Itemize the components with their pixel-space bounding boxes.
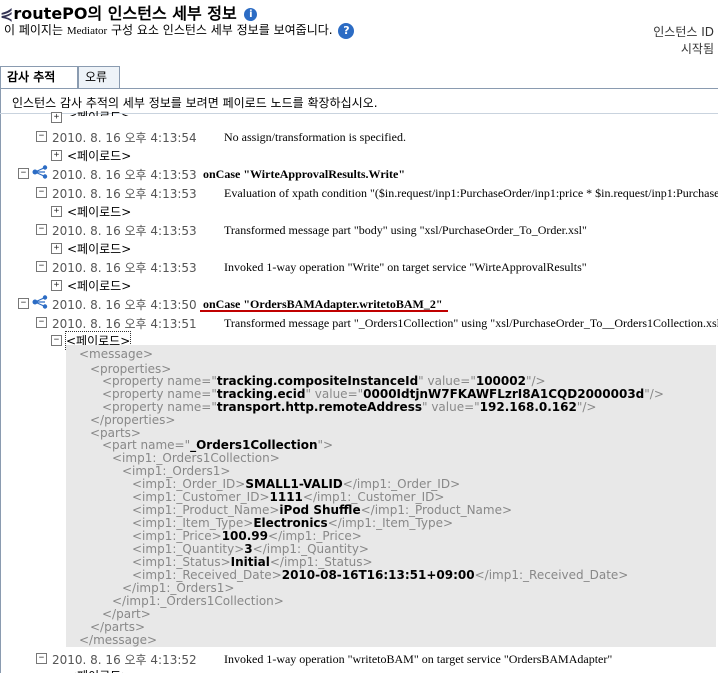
- audit-message: Invoked 1-way operation "Write" on targe…: [224, 260, 587, 274]
- info-icon[interactable]: i: [244, 8, 258, 21]
- timestamp: 2010. 8. 16 오후 4:13:52: [52, 653, 197, 667]
- case-name: onCase "WirteApprovalResults.Write": [203, 167, 405, 181]
- payload-node[interactable]: <페이로드>: [67, 108, 131, 116]
- started-label: 시작됨: [680, 42, 714, 56]
- collapse-icon[interactable]: −: [18, 168, 29, 179]
- field-line: <imp1:_Product_Name>iPod Shuffle</imp1:_…: [132, 503, 513, 517]
- payload-node[interactable]: <페이로드>: [67, 147, 131, 164]
- instance-id-label: 인스턴스 ID: [653, 25, 714, 39]
- collapse-icon[interactable]: −: [36, 261, 47, 272]
- expand-icon[interactable]: +: [51, 112, 62, 123]
- field-line: <imp1:_Price>100.99</imp1:_Price>: [132, 529, 362, 543]
- expand-icon[interactable]: +: [51, 206, 62, 217]
- field-line: <imp1:_Order_ID>SMALL1-VALID</imp1:_Orde…: [132, 477, 461, 491]
- audit-message: Evaluation of xpath condition "($in.requ…: [224, 186, 718, 200]
- field-line: <imp1:_Item_Type>Electronics</imp1:_Item…: [132, 516, 454, 530]
- audit-message: No assign/transformation is specified.: [224, 130, 406, 144]
- expand-icon[interactable]: +: [51, 280, 62, 291]
- timestamp: 2010. 8. 16 오후 4:13:53: [52, 187, 197, 201]
- tab-audit-trail[interactable]: 감사 추적: [0, 66, 78, 89]
- payload-node[interactable]: <페이로드>: [67, 240, 131, 257]
- collapse-icon[interactable]: −: [36, 131, 47, 142]
- property-line: <property name="tracking.compositeInstan…: [102, 374, 546, 388]
- expand-icon[interactable]: +: [51, 150, 62, 161]
- timestamp: 2010. 8. 16 오후 4:13:54: [52, 131, 197, 145]
- routing-rule-icon: [32, 165, 48, 179]
- timestamp: 2010. 8. 16 오후 4:13:50: [52, 298, 197, 312]
- collapse-icon[interactable]: −: [51, 335, 62, 346]
- payload-node[interactable]: <페이로드>: [67, 203, 131, 220]
- tab-faults[interactable]: 오류: [78, 66, 120, 88]
- payload-xml: <message> <properties> <property name="t…: [66, 345, 716, 647]
- audit-message: Invoked 1-way operation "writetoBAM" on …: [224, 652, 613, 666]
- audit-message: Transformed message part "_Orders1Collec…: [224, 316, 718, 330]
- audit-message: Transformed message part "body" using "x…: [224, 223, 587, 237]
- timestamp: 2010. 8. 16 오후 4:13:53: [52, 168, 197, 182]
- collapse-icon[interactable]: −: [36, 187, 47, 198]
- help-icon[interactable]: ?: [338, 22, 355, 39]
- page-description: 이 페이지는 Mediator 구성 요소 인스턴스 세부 정보를 보여줍니다.…: [4, 21, 355, 39]
- timestamp: 2010. 8. 16 오후 4:13:53: [52, 224, 197, 238]
- collapse-icon[interactable]: −: [36, 317, 47, 328]
- property-line: <property name="tracking.ecid" value="00…: [102, 387, 664, 401]
- payload-node[interactable]: <페이로드>: [67, 667, 131, 673]
- property-line: <property name="transport.http.remoteAdd…: [102, 400, 597, 414]
- field-line: <imp1:_Quantity>3</imp1:_Quantity>: [132, 542, 369, 556]
- field-line: <imp1:_Customer_ID>1111</imp1:_Customer_…: [132, 490, 445, 504]
- collapse-icon[interactable]: −: [18, 298, 29, 309]
- field-line: <imp1:_Status>Initial</imp1:_Status>: [132, 555, 373, 569]
- collapse-icon[interactable]: −: [36, 653, 47, 664]
- routing-rule-icon: [32, 295, 48, 309]
- field-line: <imp1:_Received_Date>2010-08-16T16:13:51…: [132, 568, 629, 582]
- timestamp: 2010. 8. 16 오후 4:13:53: [52, 261, 197, 275]
- highlight-underline: [200, 310, 448, 312]
- expand-icon[interactable]: +: [51, 243, 62, 254]
- payload-node[interactable]: <페이로드>: [67, 277, 131, 294]
- collapse-icon[interactable]: −: [36, 224, 47, 235]
- timestamp: 2010. 8. 16 오후 4:13:51: [52, 317, 197, 331]
